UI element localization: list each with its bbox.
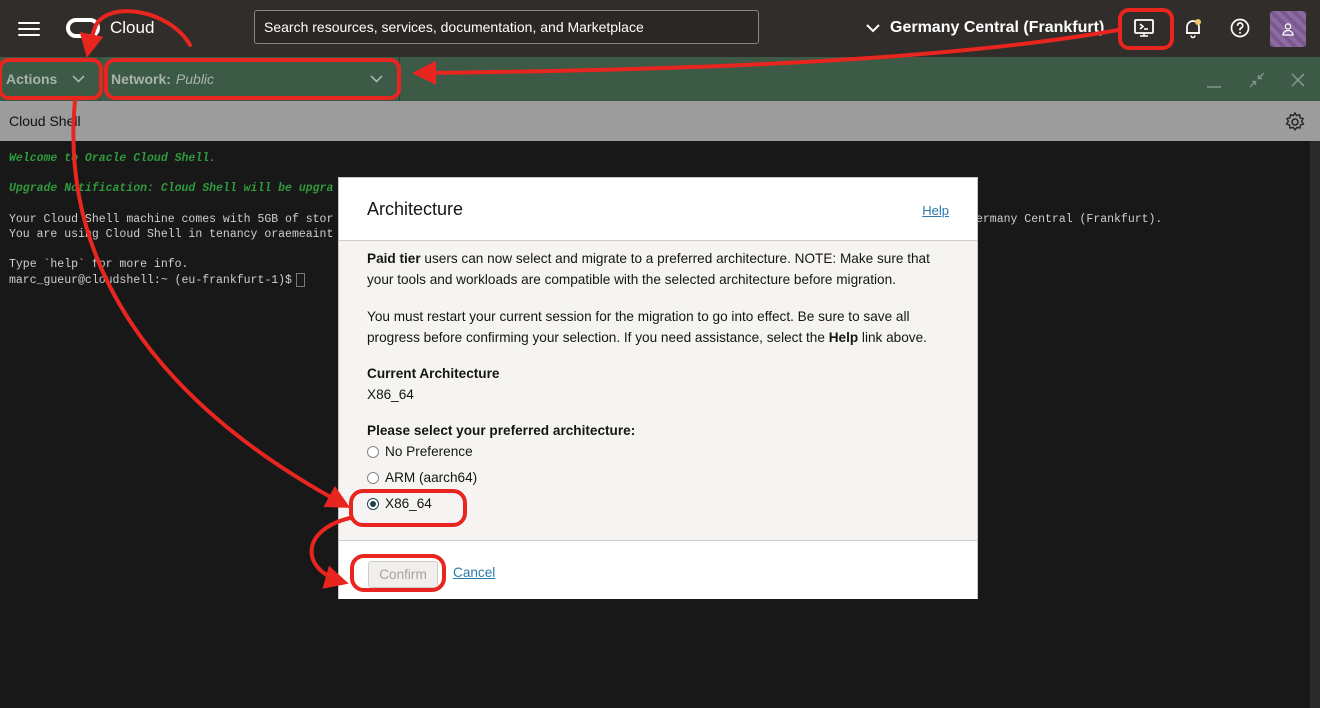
paid-tier-bold: Paid tier — [367, 251, 421, 266]
current-architecture-label: Current Architecture — [367, 366, 500, 381]
radio-no-preference[interactable]: No Preference — [367, 444, 473, 459]
close-icon[interactable] — [1287, 69, 1309, 91]
gear-icon[interactable] — [1284, 111, 1306, 133]
radio-x86-64[interactable]: X86_64 — [367, 496, 432, 511]
network-label: Network: — [111, 71, 171, 87]
actions-label: Actions — [6, 71, 58, 87]
architecture-dialog: Architecture Help Paid tier users can no… — [338, 177, 978, 599]
terminal-line: Welcome to Oracle Cloud Shell. — [9, 152, 217, 165]
radio-label: ARM (aarch64) — [385, 470, 478, 485]
hamburger-menu-icon[interactable] — [18, 18, 40, 38]
terminal-prompt-line: marc_gueur@cloudshell:~ (eu-frankfurt-1)… — [9, 273, 305, 287]
terminal-line: Upgrade Notification: Cloud Shell will b… — [9, 182, 334, 195]
oracle-logo-icon[interactable] — [66, 17, 100, 39]
divider — [99, 57, 100, 101]
chevron-down-icon — [72, 75, 85, 83]
top-navigation-bar: Cloud Search resources, services, docume… — [0, 0, 1320, 57]
select-architecture-label: Please select your preferred architectur… — [367, 423, 636, 438]
minimize-icon[interactable] — [1203, 69, 1225, 91]
network-dropdown[interactable]: Network: Public — [111, 57, 385, 101]
actions-dropdown[interactable]: Actions — [6, 57, 85, 101]
current-architecture-value: X86_64 — [367, 387, 414, 402]
cloud-shell-icon[interactable] — [1130, 14, 1158, 42]
user-avatar[interactable] — [1270, 11, 1306, 47]
notifications-bell-icon[interactable] — [1179, 14, 1207, 42]
cloud-shell-title: Cloud Shell — [9, 113, 81, 129]
radio-arm-aarch64[interactable]: ARM (aarch64) — [367, 470, 477, 485]
terminal-line-fragment: ermany Central (Frankfurt). — [976, 213, 1163, 226]
divider — [399, 57, 400, 101]
search-input[interactable]: Search resources, services, documentatio… — [254, 10, 759, 44]
help-bold: Help — [828, 330, 859, 345]
terminal-scrollbar[interactable] — [1310, 141, 1320, 708]
paid-tier-paragraph: Paid tier users can now select and migra… — [367, 248, 957, 290]
paragraph-line: progress before confirming your selectio… — [367, 327, 957, 348]
cloud-shell-toolbar: Actions Network: Public — [0, 57, 1320, 101]
chevron-down-icon — [866, 23, 880, 32]
paragraph-text: users can now select and migrate to a pr… — [420, 251, 930, 266]
terminal-cursor — [295, 273, 305, 287]
region-label: Germany Central (Frankfurt) — [890, 19, 1105, 36]
help-icon[interactable] — [1226, 14, 1254, 42]
paragraph-line: Paid tier users can now select and migra… — [367, 248, 957, 269]
logo-text[interactable]: Cloud — [110, 18, 154, 38]
region-selector[interactable]: Germany Central (Frankfurt) — [866, 17, 1104, 39]
cancel-link[interactable]: Cancel — [453, 565, 495, 580]
paragraph-text: link above. — [858, 330, 927, 345]
restore-icon[interactable] — [1246, 69, 1268, 91]
radio-label: No Preference — [385, 444, 473, 459]
network-value: Public — [175, 71, 215, 87]
terminal-prompt: marc_gueur@cloudshell:~ (eu-frankfurt-1)… — [9, 274, 292, 288]
dialog-footer: Confirm Cancel — [339, 540, 977, 599]
help-link[interactable]: Help — [922, 203, 949, 218]
terminal-line: You are using Cloud Shell in tenancy ora… — [9, 228, 334, 241]
paragraph-line: You must restart your current session fo… — [367, 309, 910, 324]
dialog-title: Architecture — [367, 199, 464, 219]
chevron-down-icon — [370, 75, 383, 83]
terminal-line: Your Cloud Shell machine comes with 5GB … — [9, 213, 334, 226]
confirm-button[interactable]: Confirm — [368, 561, 438, 588]
paragraph-line: your tools and workloads are compatible … — [367, 272, 896, 287]
restart-paragraph: You must restart your current session fo… — [367, 306, 957, 348]
user-icon — [1282, 23, 1294, 36]
radio-button[interactable] — [367, 445, 379, 458]
paragraph-text: progress before confirming your selectio… — [367, 330, 829, 345]
radio-label: X86_64 — [385, 496, 432, 511]
terminal-line: Type `help` for more info. — [9, 258, 189, 271]
dialog-header: Architecture Help — [339, 178, 977, 241]
cloud-shell-header: Cloud Shell — [0, 101, 1320, 141]
radio-button-selected[interactable] — [367, 497, 379, 510]
radio-button[interactable] — [367, 471, 379, 484]
